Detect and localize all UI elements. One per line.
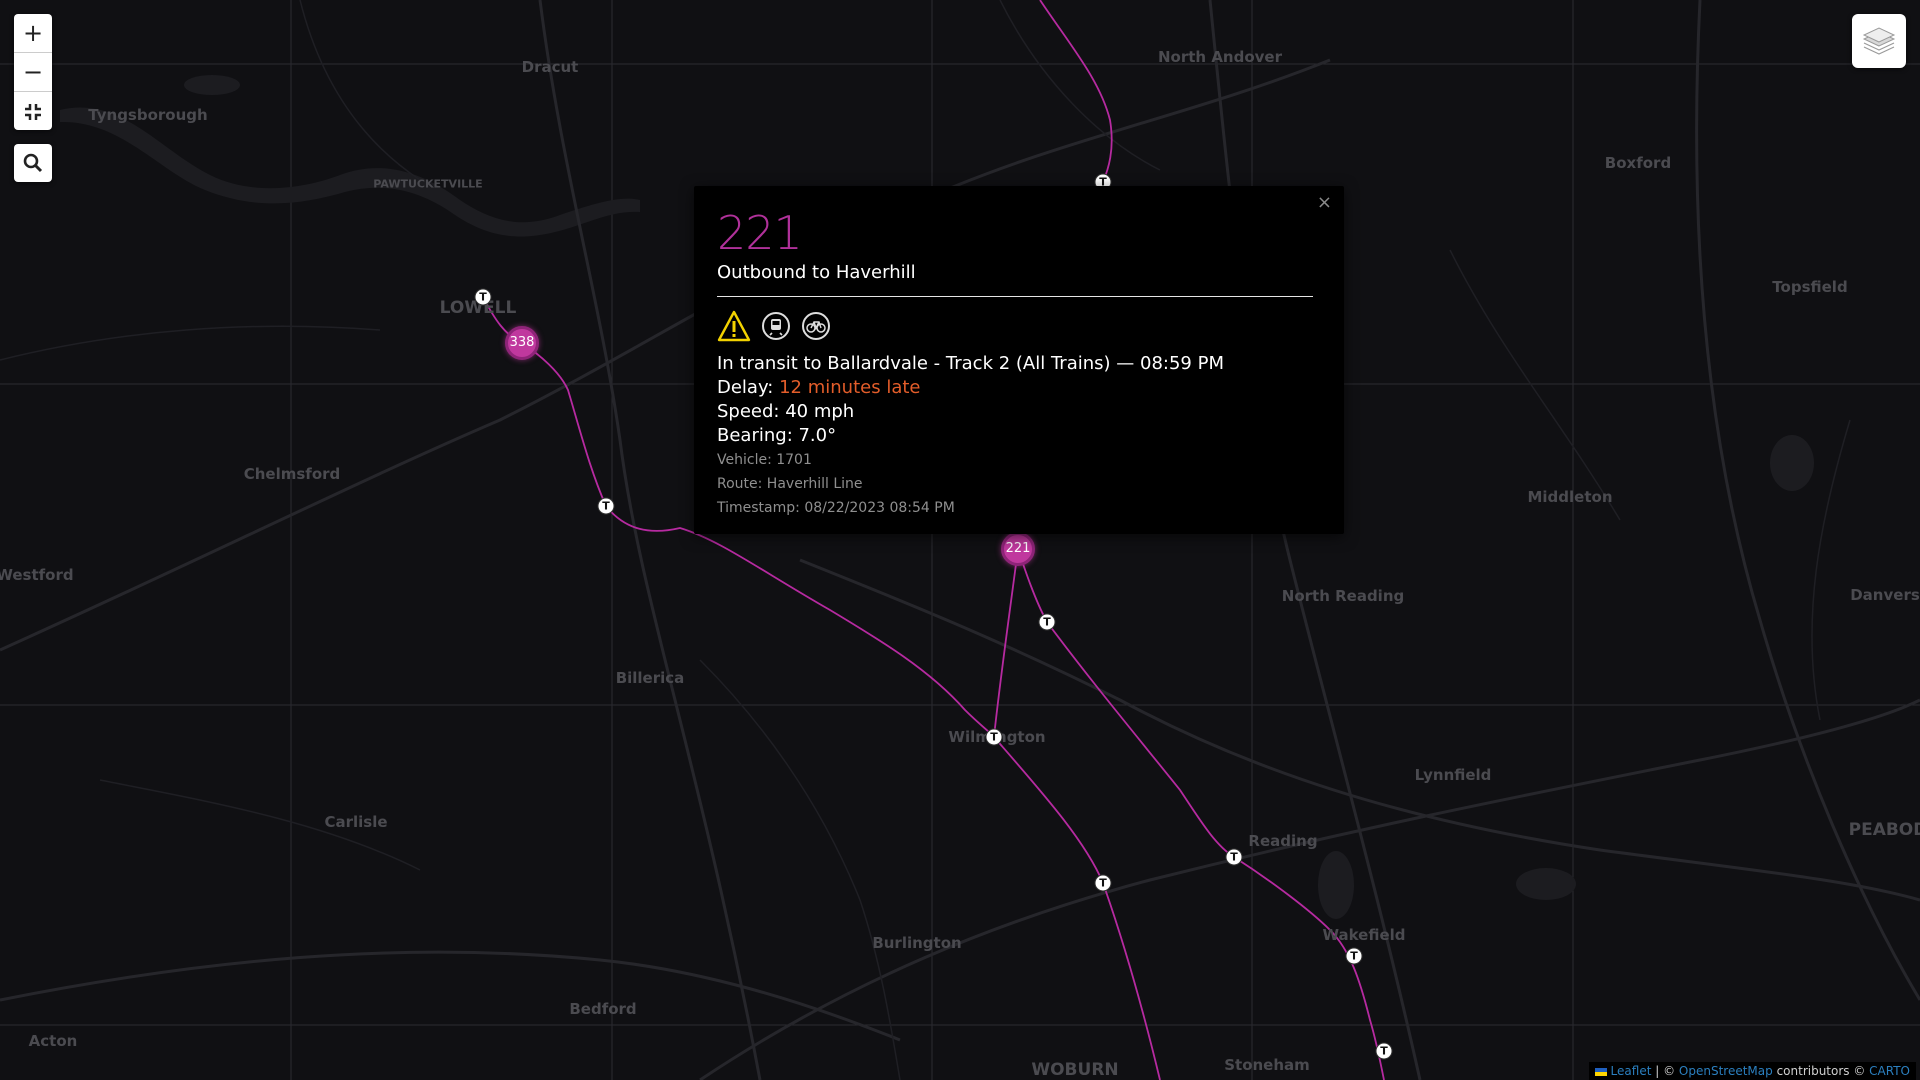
place-label: Middleton xyxy=(1527,488,1613,506)
station-t-icon[interactable] xyxy=(985,728,1003,746)
popup-close-button[interactable]: × xyxy=(1317,192,1332,213)
openstreetmap-link[interactable]: OpenStreetMap xyxy=(1679,1064,1773,1078)
search-button[interactable] xyxy=(14,144,52,182)
place-label: Wakefield xyxy=(1322,926,1406,944)
place-label: Stoneham xyxy=(1224,1056,1310,1074)
popup-divider xyxy=(717,296,1313,297)
vehicle-id-text: Vehicle: 1701 xyxy=(717,452,812,468)
delay-label: Delay: xyxy=(717,377,780,398)
place-label: North Reading xyxy=(1281,587,1405,605)
place-label: Acton xyxy=(28,1032,78,1050)
place-label: Danvers xyxy=(1850,586,1920,604)
station-t-icon[interactable] xyxy=(1345,947,1363,965)
place-label: Dracut xyxy=(521,58,579,76)
place-label: Westford xyxy=(0,566,74,584)
train-marker[interactable]: 221 xyxy=(1001,532,1035,566)
search-icon xyxy=(23,153,43,173)
bicycle-icon xyxy=(802,312,830,340)
place-label: Topsfield xyxy=(1772,278,1848,296)
fit-bounds-button[interactable] xyxy=(14,92,52,130)
place-label: Carlisle xyxy=(324,813,388,831)
train-marker[interactable]: 338 xyxy=(505,326,539,360)
vehicle-popup: × 221 Outbound to Haverhill In transit t… xyxy=(694,186,1344,534)
layers-icon xyxy=(1862,27,1896,55)
zoom-in-button[interactable]: + xyxy=(14,14,52,53)
leaflet-link[interactable]: Leaflet xyxy=(1611,1064,1652,1078)
route-text: Route: Haverhill Line xyxy=(717,476,863,492)
map-attribution: Leaflet | © OpenStreetMap contributors ©… xyxy=(1588,1062,1916,1080)
delay-row: Delay: 12 minutes late xyxy=(717,376,1324,400)
place-label: Burlington xyxy=(872,934,962,952)
zoom-out-button[interactable]: − xyxy=(14,53,52,92)
timestamp-text: Timestamp: 08/22/2023 08:54 PM xyxy=(717,500,955,516)
station-t-icon[interactable] xyxy=(1094,874,1112,892)
place-label: Chelmsford xyxy=(243,465,341,483)
station-t-icon[interactable] xyxy=(1225,848,1243,866)
station-t-icon[interactable] xyxy=(474,288,492,306)
fit-bounds-icon xyxy=(25,104,41,120)
place-label: Bedford xyxy=(569,1000,637,1018)
place-label: PAWTUCKETVILLE xyxy=(373,177,483,191)
delay-value: 12 minutes late xyxy=(779,377,921,398)
place-label: Billerica xyxy=(615,669,685,687)
warning-icon xyxy=(717,310,751,342)
popup-icon-row xyxy=(717,310,831,342)
place-label: PEABOD xyxy=(1848,820,1920,840)
popup-subtitle: Outbound to Haverhill xyxy=(717,262,916,283)
status-text: In transit to Ballardvale - Track 2 (All… xyxy=(717,353,1224,374)
carto-link[interactable]: CARTO xyxy=(1869,1064,1910,1078)
place-label: Boxford xyxy=(1604,154,1672,172)
map-canvas[interactable]: Dracut North Andover Tyngsborough PAWTUCKET… xyxy=(0,0,1920,1080)
station-t-icon[interactable] xyxy=(1038,613,1056,631)
attribution-contributors: contributors © xyxy=(1772,1064,1870,1078)
bearing-text: Bearing: 7.0° xyxy=(717,425,837,446)
place-label: WOBURN xyxy=(1031,1060,1119,1080)
station-t-icon[interactable] xyxy=(597,497,615,515)
popup-title: 221 xyxy=(717,206,803,260)
speed-text: Speed: 40 mph xyxy=(717,401,855,422)
place-label: Tyngsborough xyxy=(88,106,208,124)
layers-button[interactable] xyxy=(1852,14,1906,68)
popup-details: In transit to Ballardvale - Track 2 (All… xyxy=(717,352,1324,520)
attribution-separator: | © xyxy=(1651,1064,1679,1078)
ukraine-flag-icon xyxy=(1594,1067,1607,1076)
place-label: North Andover xyxy=(1157,48,1283,66)
train-icon xyxy=(762,312,790,340)
station-t-icon[interactable] xyxy=(1375,1042,1393,1060)
place-label: Reading xyxy=(1248,832,1318,850)
zoom-control: + − xyxy=(14,14,52,130)
place-label: Lynnfield xyxy=(1414,766,1492,784)
